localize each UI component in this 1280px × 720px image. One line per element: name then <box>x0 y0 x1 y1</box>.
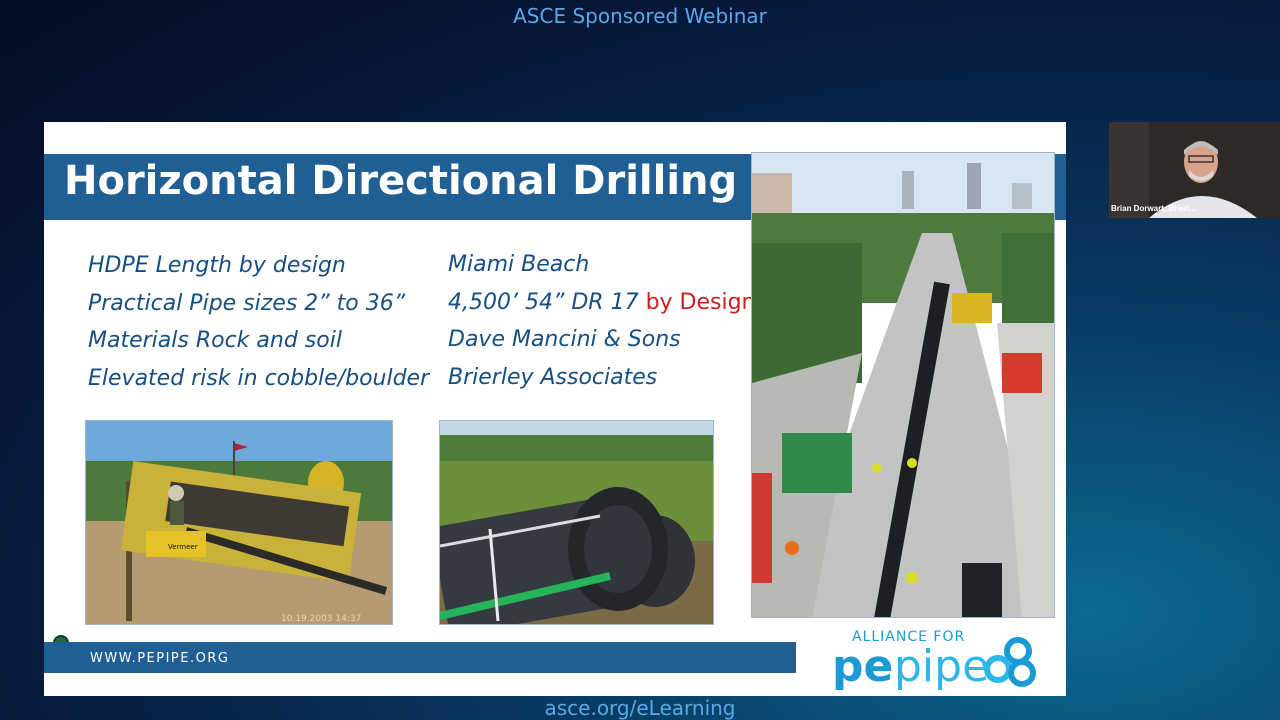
bullet-item: Materials Rock and soil <box>88 328 342 353</box>
photo-timestamp: 10.19.2003 14:37 <box>281 614 361 624</box>
bullet-item: 4,500’ 54” DR 17 by Design <box>448 284 756 322</box>
webinar-title: ASCE Sponsored Webinar <box>513 4 767 28</box>
slide-footer-url: WWW.PEPIPE.ORG <box>90 651 230 666</box>
highlight-text: by Design <box>645 289 756 315</box>
slide-title: Horizontal Directional Drilling <box>64 158 738 204</box>
bullet-item: Dave Mancini & Sons <box>448 327 681 352</box>
right-bullet-list: Miami Beach 4,500’ 54” DR 17 by Design D… <box>448 246 756 396</box>
logo-pe-text: pe <box>832 641 894 692</box>
pipe-closeup-photo <box>439 420 714 625</box>
logo-pipe-text: pipe <box>894 641 990 692</box>
left-bullet-list: HDPE Length by design Practical Pipe siz… <box>88 247 429 397</box>
bullet-text: 4,500’ 54” DR 17 <box>448 289 646 315</box>
drilling-rig-photo: 10.19.2003 14:37 Vermeer <box>85 420 393 625</box>
bullet-item: Miami Beach <box>448 252 590 277</box>
presentation-slide: Horizontal Directional Drilling HDPE Len… <box>44 122 1066 696</box>
alliance-pe-pipe-logo: ALLIANCE FOR pe pipe <box>832 627 1042 692</box>
street-installation-photo <box>751 152 1055 618</box>
bullet-item: HDPE Length by design <box>88 253 346 278</box>
participant-name: Brian Dorwart, Brierl... <box>1111 204 1196 213</box>
elearning-url: asce.org/eLearning <box>544 696 736 720</box>
participant-video-tile[interactable]: Brian Dorwart, Brierl... <box>1109 122 1280 218</box>
bullet-item: Practical Pipe sizes 2” to 36” <box>88 290 406 316</box>
logo-rings-icon <box>984 637 1036 687</box>
bullet-item: Elevated risk in cobble/boulder <box>88 365 430 391</box>
rig-brand-label: Vermeer <box>168 543 198 551</box>
bullet-item: Brierley Associates <box>448 364 658 390</box>
